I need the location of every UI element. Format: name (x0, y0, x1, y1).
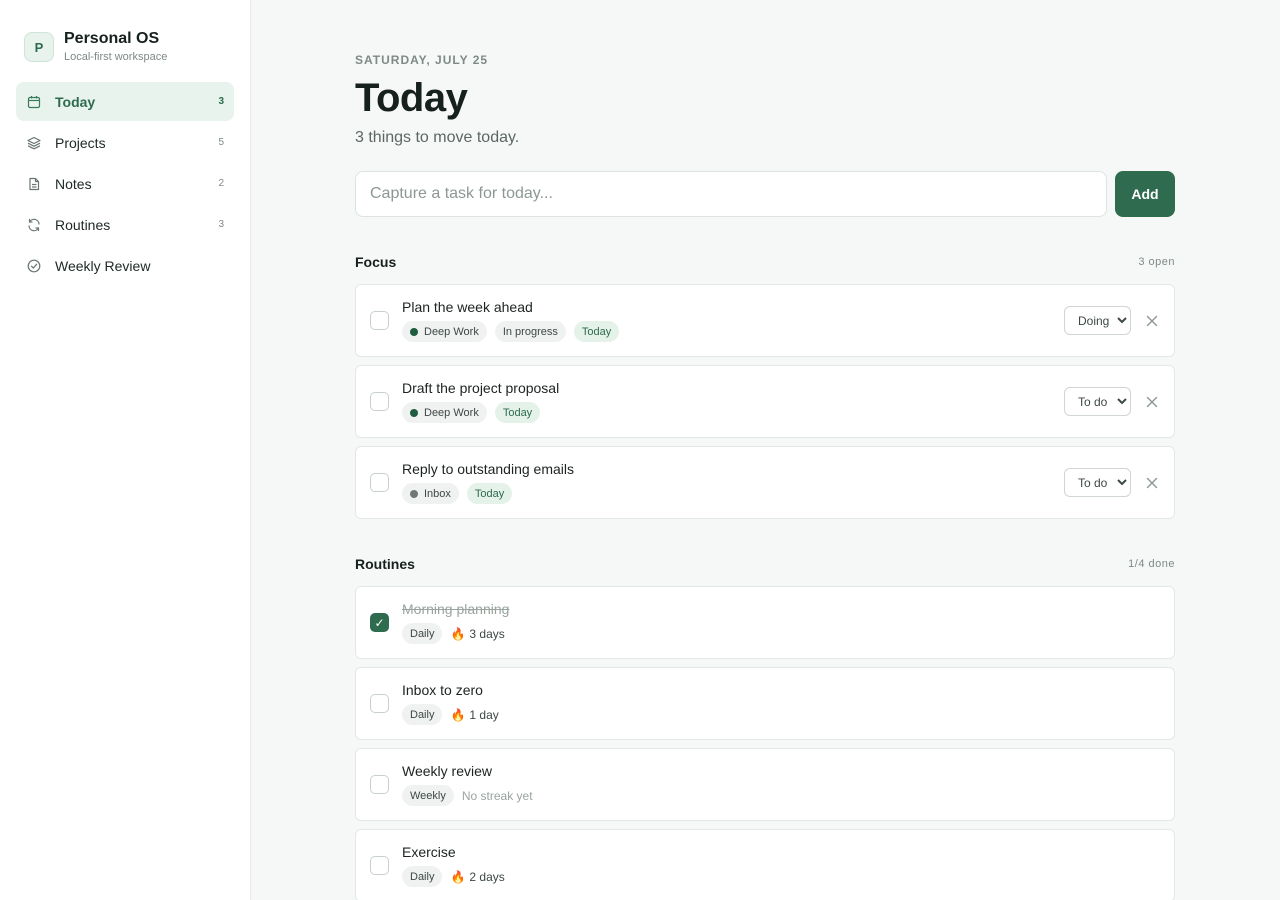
sidebar-item-weekly-review[interactable]: Weekly Review (16, 246, 234, 285)
project-tag: Inbox (402, 483, 459, 504)
brand-logo: P (24, 32, 54, 62)
routines-section-header: Routines 1/4 done (355, 556, 1175, 572)
check-circle-icon (26, 258, 42, 274)
refresh-icon (26, 217, 42, 233)
streak-label: 1 day (469, 707, 499, 722)
routine-card: ✓ Morning planning Daily 🔥 3 days (355, 586, 1175, 659)
due-tag: Today (573, 321, 620, 342)
frequency-tag: Weekly (402, 785, 454, 806)
task-title: Reply to outstanding emails (402, 461, 574, 477)
section-title: Routines (355, 556, 415, 572)
sidebar-item-count: 3 (218, 219, 224, 230)
routine-title: Inbox to zero (402, 682, 483, 698)
routine-checkbox[interactable] (370, 856, 389, 875)
sidebar-item-label: Weekly Review (55, 257, 151, 274)
task-title: Plan the week ahead (402, 299, 533, 315)
task-status-select[interactable]: To do Doing (1064, 387, 1131, 416)
close-icon[interactable] (1144, 475, 1160, 491)
calendar-icon (26, 94, 42, 110)
close-icon[interactable] (1144, 394, 1160, 410)
streak: 🔥 3 days (450, 627, 504, 641)
document-icon (26, 176, 42, 192)
task-card: Reply to outstanding emails Inbox Today … (355, 446, 1175, 519)
sidebar-item-routines[interactable]: Routines 3 (16, 205, 234, 244)
task-checkbox[interactable] (370, 311, 389, 330)
sidebar-item-label: Projects (55, 134, 106, 151)
task-title: Draft the project proposal (402, 380, 560, 396)
sidebar-item-label: Today (55, 93, 96, 110)
focus-section-header: Focus 3 open (355, 254, 1175, 270)
page-subtitle: 3 things to move today. (355, 129, 520, 146)
project-tag: Deep Work (402, 321, 487, 342)
streak: 🔥 2 days (450, 870, 504, 884)
due-tag: Today (494, 402, 541, 423)
brand-name: Personal OS (64, 30, 160, 47)
sidebar-item-projects[interactable]: Projects 5 (16, 123, 234, 162)
task-card: Draft the project proposal Deep Work Tod… (355, 365, 1175, 438)
routine-checkbox[interactable]: ✓ (370, 613, 389, 632)
status-tag: In progress (494, 321, 566, 342)
sidebar-item-count: 5 (218, 137, 224, 148)
streak-label: 2 days (469, 869, 505, 884)
sidebar-item-count: 2 (218, 178, 224, 189)
add-task-button[interactable]: Add (1115, 171, 1175, 217)
streak-label: No streak yet (461, 788, 533, 803)
frequency-tag: Daily (402, 866, 443, 887)
sidebar-item-label: Notes (55, 175, 92, 192)
routine-card: Inbox to zero Daily 🔥 1 day (355, 667, 1175, 740)
frequency-tag: Daily (402, 704, 443, 725)
sidebar-item-today[interactable]: Today 3 (16, 82, 234, 121)
task-status-select[interactable]: To do Doing (1064, 468, 1131, 497)
routine-card: Exercise Daily 🔥 2 days (355, 829, 1175, 900)
flame-icon: 🔥 (450, 626, 466, 641)
checkmark-icon: ✓ (374, 615, 385, 630)
section-title: Focus (355, 254, 397, 270)
project-label: Inbox (424, 487, 451, 500)
project-dot (410, 489, 418, 498)
section-meta: 3 open (1138, 256, 1175, 268)
routine-checkbox[interactable] (370, 694, 389, 713)
brand-subtitle: Local-first workspace (64, 51, 168, 63)
task-status-select[interactable]: To do Doing (1064, 306, 1131, 335)
capture-bar: Add (355, 171, 1175, 217)
sidebar-item-notes[interactable]: Notes 2 (16, 164, 234, 203)
flame-icon: 🔥 (450, 707, 466, 722)
close-icon[interactable] (1144, 313, 1160, 329)
page-title: Today (355, 76, 468, 120)
routine-title: Weekly review (402, 763, 492, 779)
section-meta: 1/4 done (1128, 558, 1175, 570)
routine-title: Morning planning (402, 601, 510, 617)
sidebar: P Personal OS Local-first workspace Toda… (0, 0, 251, 900)
flame-icon: 🔥 (450, 869, 466, 884)
project-tag: Deep Work (402, 402, 487, 423)
routine-card: Weekly review Weekly No streak yet (355, 748, 1175, 821)
layers-icon (26, 135, 42, 151)
task-checkbox[interactable] (370, 473, 389, 492)
routine-title: Exercise (402, 844, 456, 860)
streak-label: 3 days (469, 626, 505, 641)
streak: 🔥 1 day (450, 708, 498, 722)
brand: P Personal OS Local-first workspace (16, 30, 234, 63)
capture-task-input[interactable] (355, 171, 1107, 217)
frequency-tag: Daily (402, 623, 443, 644)
project-dot (410, 327, 418, 336)
due-tag: Today (466, 483, 513, 504)
page-date: SATURDAY, JULY 25 (355, 53, 489, 67)
sidebar-item-label: Routines (55, 216, 111, 233)
task-card: Plan the week ahead Deep Work In progres… (355, 284, 1175, 357)
sidebar-item-count: 3 (218, 96, 224, 107)
task-checkbox[interactable] (370, 392, 389, 411)
main-content: SATURDAY, JULY 25 Today 3 things to move… (251, 0, 1280, 900)
project-label: Deep Work (424, 406, 479, 419)
routine-checkbox[interactable] (370, 775, 389, 794)
project-label: Deep Work (424, 325, 479, 338)
project-dot (410, 408, 418, 417)
